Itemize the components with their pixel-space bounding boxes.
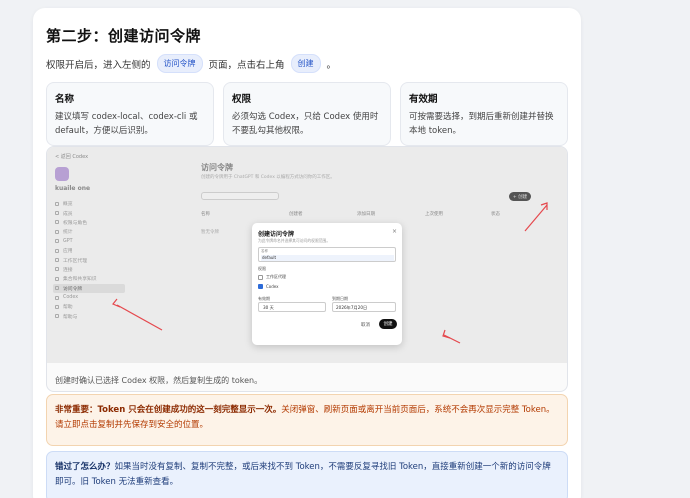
tip-title: 有效期 [409, 94, 438, 105]
arrow-to-create [524, 204, 548, 232]
arrow-to-sidebar [116, 304, 163, 331]
warning-lead: 非常重要：Token 只会在创建成功的这一刻完整显示一次。 [55, 405, 282, 415]
intro-mid: 页面，点击右上角 [208, 59, 285, 71]
tip-text: 必须勾选 Codex，只给 Codex 使用时不要乱勾其他权限。 [232, 112, 379, 136]
annotation-arrows [112, 202, 548, 344]
tip-title: 名称 [55, 94, 75, 105]
intro-prefix: 权限开启后，进入左侧的 [46, 59, 151, 71]
tip-title: 权限 [232, 94, 252, 105]
info-lead: 错过了怎么办？ [55, 462, 115, 472]
tip-card-expiry: 有效期 可按需要选择，到期后重新创建并替换本地 token。 [400, 82, 568, 146]
instruction-card: 第二步：创建访问令牌 权限开启后，进入左侧的 访问令牌 页面，点击右上角 创建 … [33, 8, 581, 498]
arrow-to-confirm [443, 334, 461, 344]
tip-text: 可按需要选择，到期后重新创建并替换本地 token。 [409, 112, 554, 136]
tip-card-name: 名称 建议填写 codex-local、codex-cli 或 default，… [46, 82, 214, 146]
info-text: 如果当时没有复制、复制不完整，或后来找不到 Token，不需要反复寻找旧 Tok… [55, 462, 551, 487]
create-pill: 创建 [290, 54, 321, 73]
step-intro: 权限开启后，进入左侧的 访问令牌 页面，点击右上角 创建 。 [46, 54, 336, 73]
intro-suffix: 。 [326, 59, 337, 71]
screenshot-caption: 创建时确认已选择 Codex 权限，然后复制生成的 token。 [55, 376, 263, 385]
tip-text: 建议填写 codex-local、codex-cli 或 default，方便以… [55, 112, 198, 136]
screenshot-image: < 返回 Codex kuaile one 概览 成员 权限与角色 统计 GPT… [47, 147, 567, 363]
screenshot-figure: < 返回 Codex kuaile one 概览 成员 权限与角色 统计 GPT… [46, 146, 568, 392]
access-token-pill: 访问令牌 [156, 54, 203, 73]
step-title: 第二步：创建访问令牌 [46, 27, 202, 45]
tip-card-permission: 权限 必须勾选 Codex，只给 Codex 使用时不要乱勾其他权限。 [223, 82, 391, 146]
tips-grid: 名称 建议填写 codex-local、codex-cli 或 default，… [46, 82, 568, 146]
info-callout: 错过了怎么办？如果当时没有复制、复制不完整，或后来找不到 Token，不需要反复… [46, 451, 568, 498]
warning-callout: 非常重要：Token 只会在创建成功的这一刻完整显示一次。关闭弹窗、刷新页面或离… [46, 394, 568, 446]
